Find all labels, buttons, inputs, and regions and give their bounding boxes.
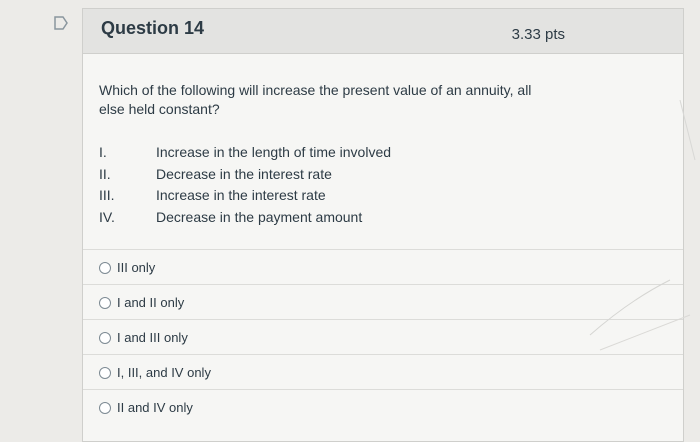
answer-option[interactable]: I, III, and IV only xyxy=(83,354,683,389)
statement-number: I. xyxy=(99,144,107,160)
flag-question-icon[interactable] xyxy=(53,15,69,31)
statement-text: Increase in the length of time involved xyxy=(156,144,392,160)
answer-option[interactable]: I and II only xyxy=(83,284,683,319)
question-text: Which of the following will increase the… xyxy=(99,82,532,117)
question-card: Question 14 3.33 pts Which of the follow… xyxy=(82,8,684,442)
answer-option[interactable]: II and IV only xyxy=(83,389,683,424)
radio-unchecked-icon[interactable] xyxy=(99,297,111,309)
answer-option[interactable]: III only xyxy=(83,249,683,284)
statement-item: III. Increase in the interest rate xyxy=(99,187,519,209)
statement-number: IV. xyxy=(99,208,115,225)
radio-unchecked-icon[interactable] xyxy=(99,262,111,274)
statement-list: I. Increase in the length of time involv… xyxy=(99,144,519,230)
statement-item: IV. Decrease in the payment amount xyxy=(99,209,519,231)
answer-label[interactable]: I and III only xyxy=(117,330,188,345)
radio-unchecked-icon[interactable] xyxy=(99,367,111,379)
statement-text: Decrease in the payment amount xyxy=(156,208,363,225)
answer-list: III only I and II only I and III only I,… xyxy=(83,249,683,424)
radio-unchecked-icon[interactable] xyxy=(99,332,111,344)
statement-text: Decrease in the interest rate xyxy=(156,165,332,182)
question-header: Question 14 3.33 pts xyxy=(83,9,683,54)
statement-number: II. xyxy=(99,165,111,182)
answer-label[interactable]: I, III, and IV only xyxy=(117,365,211,380)
statement-number: III. xyxy=(99,187,115,203)
radio-unchecked-icon[interactable] xyxy=(99,402,111,414)
statement-item: II. Decrease in the interest rate xyxy=(99,166,519,188)
answer-label[interactable]: II and IV only xyxy=(117,400,193,415)
question-points: 3.33 pts xyxy=(511,26,565,43)
answer-label[interactable]: I and II only xyxy=(117,295,184,310)
statement-text: Increase in the interest rate xyxy=(156,187,326,203)
answer-label[interactable]: III only xyxy=(117,260,155,275)
question-title: Question 14 xyxy=(101,18,205,38)
statement-item: I. Increase in the length of time involv… xyxy=(99,144,519,166)
answer-option[interactable]: I and III only xyxy=(83,319,683,354)
